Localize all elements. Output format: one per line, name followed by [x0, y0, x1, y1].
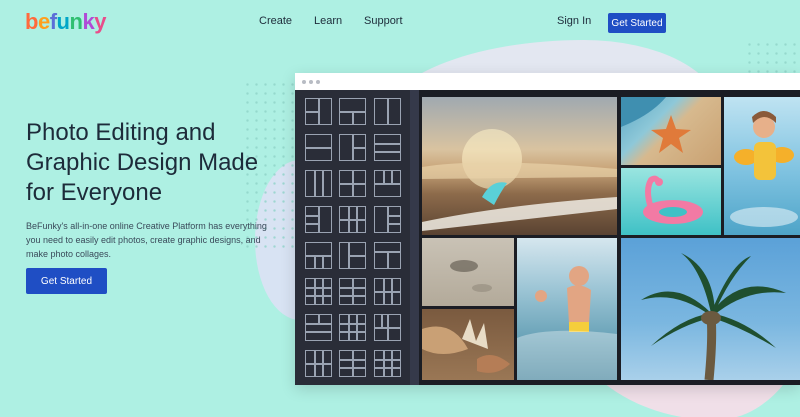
top-navigation: befunky Create Learn Support Sign In Get…	[0, 0, 800, 46]
window-dot-icon	[309, 80, 313, 84]
layout-template[interactable]	[305, 98, 332, 125]
layout-template[interactable]	[339, 314, 366, 341]
layout-template[interactable]	[374, 278, 401, 305]
collage-photo-starfish[interactable]	[621, 97, 721, 165]
nav-link-learn[interactable]: Learn	[314, 15, 342, 27]
layout-template[interactable]	[339, 350, 366, 377]
layout-template[interactable]	[374, 98, 401, 125]
layout-template[interactable]	[339, 170, 366, 197]
collage-layout-panel	[295, 90, 410, 385]
panel-divider[interactable]	[410, 90, 419, 385]
layout-template[interactable]	[305, 350, 332, 377]
layout-template[interactable]	[305, 314, 332, 341]
photo-collage-canvas	[419, 90, 800, 385]
collage-photo-flamingo-float[interactable]	[621, 168, 721, 235]
window-dot-icon	[302, 80, 306, 84]
collage-photo-beach-sunset[interactable]	[422, 97, 617, 235]
nav-get-started-button[interactable]: Get Started	[608, 13, 666, 33]
window-dot-icon	[316, 80, 320, 84]
collage-photo-shells[interactable]	[422, 309, 514, 380]
layout-template[interactable]	[305, 206, 332, 233]
layout-template[interactable]	[305, 134, 332, 161]
app-preview-window	[295, 73, 800, 385]
nav-link-support[interactable]: Support	[364, 15, 403, 27]
hero-description: BeFunky's all-in-one online Creative Pla…	[26, 221, 267, 259]
layout-template[interactable]	[339, 242, 366, 269]
layout-template[interactable]	[374, 350, 401, 377]
layout-template[interactable]	[374, 314, 401, 341]
layout-template[interactable]	[305, 278, 332, 305]
layout-template[interactable]	[374, 134, 401, 161]
hero-get-started-button[interactable]: Get Started	[26, 268, 107, 294]
collage-photo-girl-floaties[interactable]	[724, 97, 800, 235]
layout-template[interactable]	[339, 206, 366, 233]
layout-template[interactable]	[339, 98, 366, 125]
collage-photo-boy-splashing[interactable]	[517, 238, 617, 380]
collage-photo-sand[interactable]	[422, 238, 514, 306]
layout-template[interactable]	[305, 170, 332, 197]
collage-photo-palm-tree[interactable]	[621, 238, 800, 380]
layout-template[interactable]	[374, 242, 401, 269]
layout-template[interactable]	[374, 206, 401, 233]
layout-template[interactable]	[339, 278, 366, 305]
layout-template[interactable]	[305, 242, 332, 269]
nav-link-create[interactable]: Create	[259, 15, 292, 27]
sign-in-link[interactable]: Sign In	[557, 15, 591, 27]
hero-title: Photo Editing and Graphic Design Made fo…	[26, 119, 259, 206]
window-titlebar	[295, 73, 800, 90]
layout-template[interactable]	[339, 134, 366, 161]
layout-template[interactable]	[374, 170, 401, 197]
befunky-logo[interactable]: befunky	[25, 9, 106, 35]
